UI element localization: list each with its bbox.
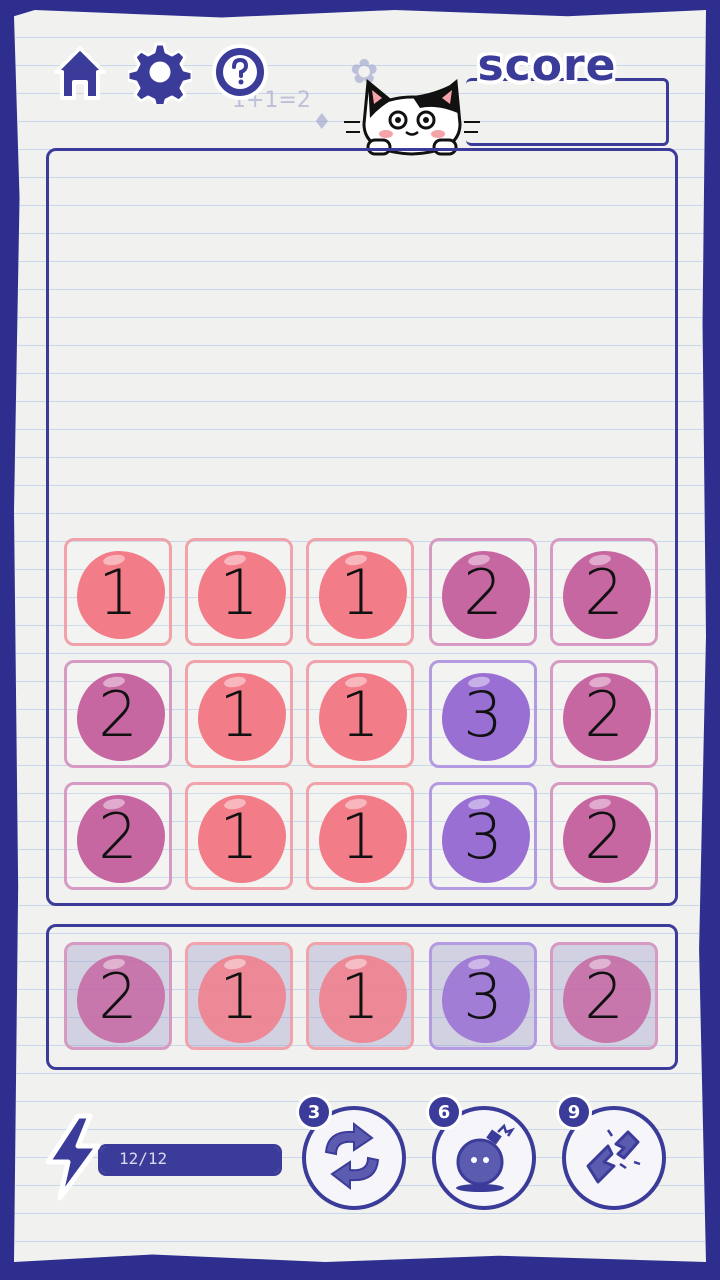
lightning-icon (45, 1113, 101, 1201)
tile-number: 1 (219, 799, 259, 873)
tile-number: 2 (584, 677, 624, 751)
tile-number: 1 (219, 555, 259, 629)
broken-block-icon (586, 1129, 641, 1184)
board-tile[interactable]: 2 (64, 660, 172, 768)
next-row-tile[interactable]: 2 (550, 942, 658, 1050)
board-tile[interactable]: 2 (429, 538, 537, 646)
help-button[interactable] (208, 40, 272, 104)
bomb-powerup-button[interactable]: 6 (426, 1094, 538, 1212)
next-row-tile[interactable]: 2 (64, 942, 172, 1050)
shuffle-icon (324, 1121, 380, 1191)
board-tile[interactable]: 1 (306, 538, 414, 646)
energy-bar: 12/12 (98, 1144, 282, 1176)
home-icon (54, 46, 106, 100)
next-row-tile[interactable]: 3 (429, 942, 537, 1050)
tile-number: 2 (584, 799, 624, 873)
energy-meter: 12/12 (38, 1112, 288, 1202)
board-tile[interactable]: 2 (550, 660, 658, 768)
break-powerup-button[interactable]: 9 (556, 1094, 668, 1212)
break-cost-badge: 9 (556, 1094, 592, 1130)
bomb-icon (456, 1123, 516, 1192)
tile-number: 2 (98, 959, 138, 1033)
board-tile[interactable]: 3 (429, 782, 537, 890)
board-tile[interactable]: 1 (185, 660, 293, 768)
tile-number: 2 (98, 799, 138, 873)
tile-number: 3 (463, 959, 503, 1033)
board-tile[interactable]: 1 (306, 660, 414, 768)
home-button[interactable] (48, 40, 112, 104)
board-tile[interactable]: 1 (64, 538, 172, 646)
tile-number: 2 (463, 555, 503, 629)
board-tile[interactable]: 2 (550, 538, 658, 646)
tile-number: 1 (340, 959, 380, 1033)
gear-icon (128, 42, 192, 104)
board-tile[interactable]: 1 (306, 782, 414, 890)
tile-number: 2 (98, 677, 138, 751)
cat-mascot (344, 79, 480, 156)
shuffle-powerup-button[interactable]: 3 (296, 1094, 408, 1212)
tile-number: 2 (584, 959, 624, 1033)
next-row-tile[interactable]: 1 (185, 942, 293, 1050)
score-title: score (477, 40, 617, 91)
score-panel: score (462, 40, 672, 146)
tile-number: 1 (98, 555, 138, 629)
tile-number: 1 (219, 959, 259, 1033)
tile-number: 3 (463, 799, 503, 873)
settings-button[interactable] (128, 40, 192, 104)
tile-number: 1 (219, 677, 259, 751)
tile-number: 1 (340, 677, 380, 751)
board-tile[interactable]: 2 (550, 782, 658, 890)
shuffle-cost-badge: 3 (296, 1094, 332, 1130)
doodle: ♦ (312, 110, 332, 135)
question-icon (212, 44, 268, 100)
board-tile[interactable]: 3 (429, 660, 537, 768)
energy-label: 12/12 (119, 1149, 168, 1168)
bomb-cost-badge: 6 (426, 1094, 462, 1130)
tile-number: 1 (340, 799, 380, 873)
tile-number: 2 (584, 555, 624, 629)
board-tile[interactable]: 1 (185, 538, 293, 646)
next-row-tile[interactable]: 1 (306, 942, 414, 1050)
board-tile[interactable]: 2 (64, 782, 172, 890)
board-tile[interactable]: 1 (185, 782, 293, 890)
tile-number: 1 (340, 555, 380, 629)
tile-number: 3 (463, 677, 503, 751)
